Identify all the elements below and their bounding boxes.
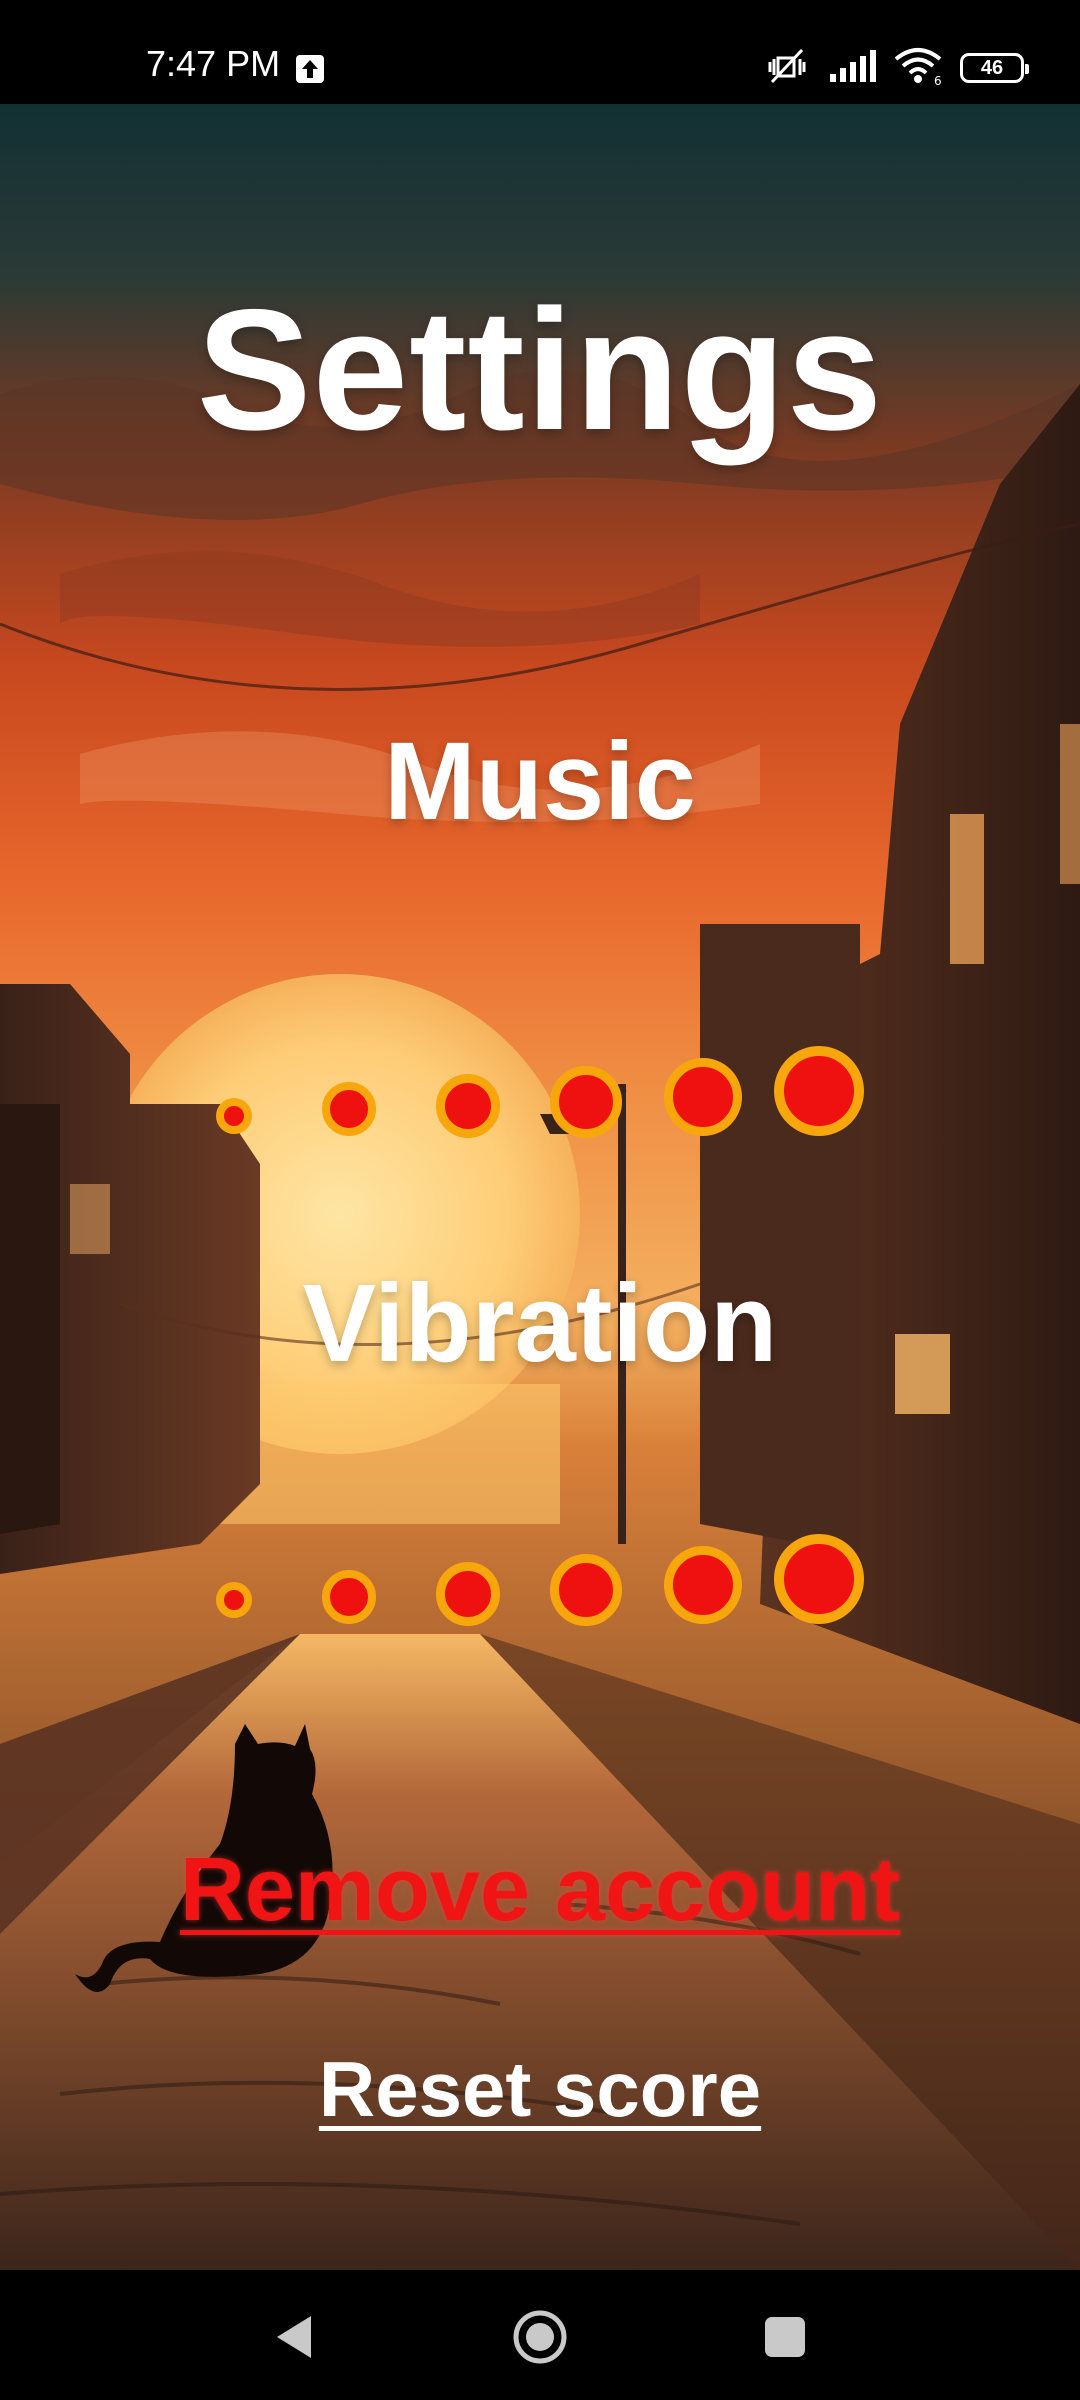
vibration-label: Vibration	[302, 1262, 778, 1385]
vibration-level-6[interactable]	[774, 1534, 864, 1624]
music-level-3[interactable]	[436, 1074, 500, 1138]
music-level-selector[interactable]	[0, 994, 1080, 1138]
settings-content: Settings Music Vibration Remove account …	[0, 104, 1080, 2270]
settings-screen: 7:47 PM 6 46 Settings Music Vibration Re…	[0, 0, 1080, 2400]
recents-icon[interactable]	[750, 2302, 820, 2372]
vibration-level-selector[interactable]	[0, 1474, 1080, 1626]
music-level-2[interactable]	[322, 1082, 376, 1136]
page-title: Settings	[196, 274, 884, 466]
vibration-level-4[interactable]	[550, 1554, 622, 1626]
svg-text:6: 6	[934, 74, 942, 85]
navigation-bar	[0, 2270, 1080, 2400]
music-level-5[interactable]	[664, 1058, 742, 1136]
vibration-level-5[interactable]	[664, 1546, 742, 1624]
remove-account-link[interactable]: Remove account	[0, 1840, 1080, 1940]
music-level-6[interactable]	[774, 1046, 864, 1136]
status-bar: 7:47 PM 6 46	[0, 0, 1080, 104]
mute-vibrate-icon	[764, 46, 810, 91]
battery-icon: 46	[960, 53, 1029, 83]
vibration-level-2[interactable]	[322, 1570, 376, 1624]
music-label: Music	[384, 720, 696, 843]
music-level-4[interactable]	[550, 1066, 622, 1138]
wifi-icon: 6	[894, 47, 942, 90]
signal-icon	[828, 49, 876, 87]
reset-score-link[interactable]: Reset score	[0, 2044, 1080, 2134]
home-icon[interactable]	[505, 2302, 575, 2372]
vibration-level-1[interactable]	[216, 1582, 252, 1618]
music-level-1[interactable]	[216, 1098, 252, 1134]
upload-notification-icon	[295, 54, 325, 84]
vibration-level-3[interactable]	[436, 1562, 500, 1626]
status-icons: 6 46	[764, 46, 1029, 91]
status-time: 7:47 PM	[146, 43, 281, 84]
back-icon[interactable]	[258, 2302, 328, 2372]
